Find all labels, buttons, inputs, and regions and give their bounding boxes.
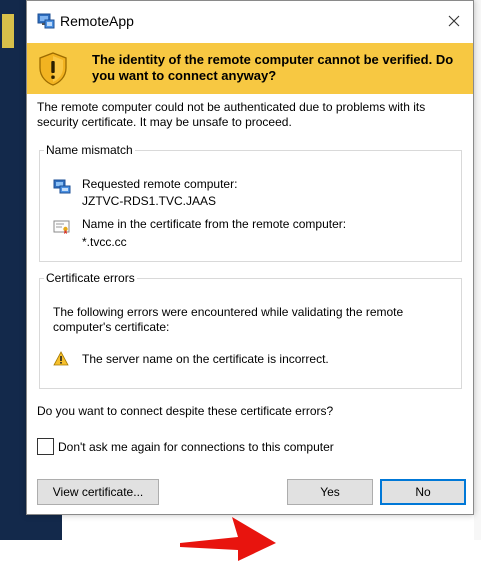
dont-ask-checkbox-row[interactable]: Don't ask me again for connections to th… <box>37 438 334 455</box>
title-bar[interactable]: RemoteApp <box>27 1 473 43</box>
warning-shield-icon <box>39 52 67 86</box>
warning-banner: The identity of the remote computer cann… <box>27 43 473 94</box>
desktop-background-bottom <box>0 515 62 540</box>
background-window-edge <box>474 0 481 540</box>
desktop-icon-fragment <box>2 14 14 48</box>
close-icon <box>448 15 460 27</box>
certificate-icon <box>53 220 70 234</box>
dont-ask-checkbox[interactable] <box>37 438 54 455</box>
dont-ask-checkbox-label[interactable]: Don't ask me again for connections to th… <box>58 440 334 454</box>
certificate-name-value: *.tvcc.cc <box>82 235 127 249</box>
remoteapp-icon <box>37 13 55 29</box>
name-mismatch-group: Name mismatch Requested remote computer:… <box>39 143 462 262</box>
close-button[interactable] <box>435 5 473 37</box>
no-button[interactable]: No <box>380 479 466 505</box>
desktop-background <box>0 0 26 540</box>
certificate-name-label: Name in the certificate from the remote … <box>82 217 347 231</box>
computer-icon <box>53 179 71 194</box>
requested-computer-label: Requested remote computer: <box>82 177 238 191</box>
certificate-errors-description: The following errors were encountered wh… <box>53 305 404 334</box>
warning-icon <box>53 351 69 366</box>
red-arrow-icon <box>180 517 276 561</box>
remoteapp-dialog: RemoteApp The identity of the remote com… <box>26 0 474 515</box>
requested-computer-value: JZTVC-RDS1.TVC.JAAS <box>82 194 217 208</box>
certificate-error-item: The server name on the certificate is in… <box>82 352 329 366</box>
intro-text: The remote computer could not be authent… <box>37 100 426 129</box>
certificate-errors-group: Certificate errors The following errors … <box>39 271 462 389</box>
yes-button[interactable]: Yes <box>287 479 373 505</box>
view-certificate-button[interactable]: View certificate... <box>37 479 159 505</box>
connect-question: Do you want to connect despite these cer… <box>37 404 334 418</box>
banner-message: The identity of the remote computer cann… <box>92 52 454 83</box>
window-title: RemoteApp <box>60 13 134 29</box>
certificate-errors-legend: Certificate errors <box>46 271 135 285</box>
name-mismatch-legend: Name mismatch <box>46 143 133 157</box>
